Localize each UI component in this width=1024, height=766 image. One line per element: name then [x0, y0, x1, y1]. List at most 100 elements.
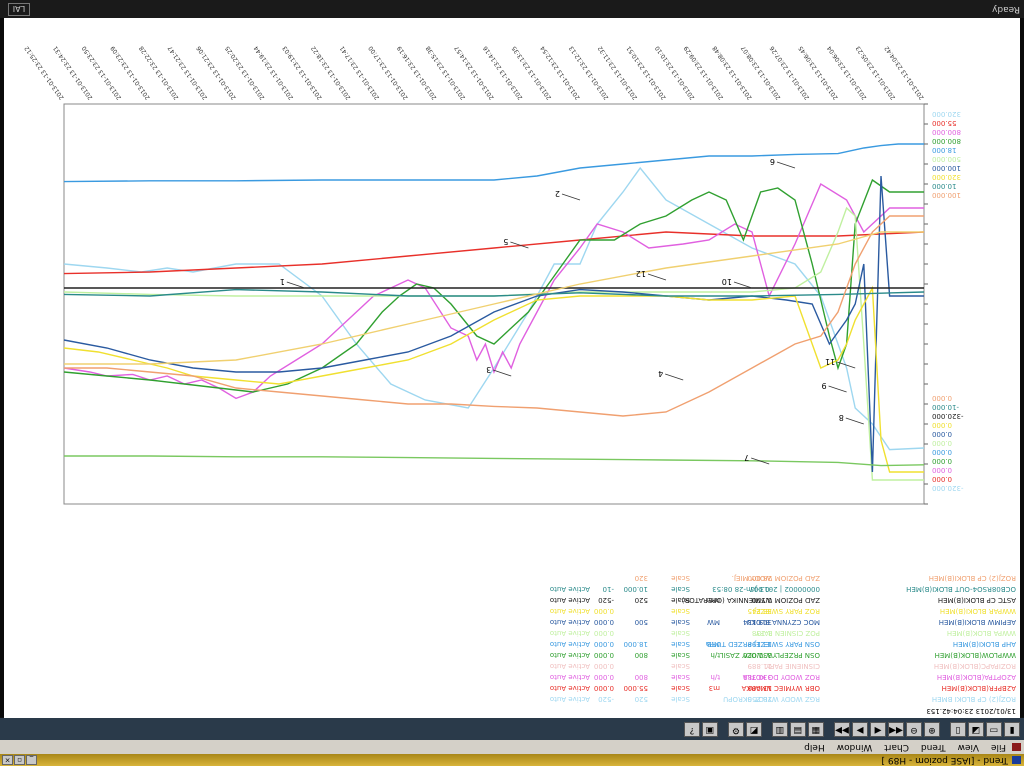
menu-chart[interactable]: Chart [884, 740, 909, 754]
annotation-leader [845, 417, 864, 425]
last-icon[interactable]: ▶▶ [834, 722, 850, 737]
legend-value: 0.500 [751, 596, 772, 604]
legend-mode: Scale [671, 651, 690, 659]
print-preview-icon[interactable]: ▣ [702, 722, 718, 737]
menu-help[interactable]: Help [804, 740, 825, 754]
first-icon[interactable]: ◀◀ [888, 722, 904, 737]
table-icon[interactable]: ▦ [808, 722, 824, 737]
menu-view[interactable]: View [958, 740, 979, 754]
legend-mode: Scale [671, 662, 690, 670]
scale-upper-label: 100.000 [932, 191, 961, 199]
legend-value: 28.250 [747, 695, 773, 703]
menu-trend[interactable]: Trend [921, 740, 946, 754]
zoom-out-icon[interactable]: ⊖ [906, 722, 922, 737]
scale-upper-label: 500.000 [932, 155, 961, 163]
settings-icon[interactable]: ⚙ [728, 722, 744, 737]
list-icon[interactable]: ▥ [772, 722, 788, 737]
scale-lower-label: 0.000 [932, 475, 952, 483]
help-icon[interactable]: ? [684, 722, 700, 737]
menu-file[interactable]: File [991, 740, 1006, 754]
scale-upper-label: 100.000 [932, 164, 961, 172]
save-icon[interactable]: ▭ [986, 722, 1002, 737]
legend-mode: Scale [671, 596, 690, 604]
legend-unit: MPa [705, 640, 720, 648]
scale-lower-label: 0.000 [932, 457, 952, 465]
close-button[interactable]: × [2, 755, 13, 765]
chart-icon[interactable]: ▤ [790, 722, 806, 737]
maximize-button[interactable]: ▫ [14, 755, 25, 765]
annotation-leader [561, 193, 581, 201]
trend-series-line [64, 455, 925, 467]
scale-upper-label: 320.000 [932, 173, 961, 181]
legend-min: 0.000 [593, 618, 614, 626]
scale-lower-label: -320.000 [932, 412, 963, 420]
legend-mode: Scale [671, 695, 690, 703]
scale-lower-label: -320.000 [932, 484, 963, 492]
prev-icon[interactable]: ◀ [870, 722, 886, 737]
annotation-label: 8 [839, 413, 844, 422]
scale-upper-label: 18.000 [932, 146, 957, 154]
scale-lower-label: 0.000 [932, 466, 952, 474]
scale-lower-label: -10.000 [932, 403, 959, 411]
annotation-leader [828, 385, 847, 393]
legend-unit: t/h [710, 651, 720, 659]
legend-tag: ROZJ(2) CP BLOKI(B)MEH [928, 574, 1016, 582]
minimize-button[interactable]: _ [26, 755, 37, 765]
legend-unit: m3 [708, 684, 720, 692]
annotation-label: 2 [555, 189, 560, 198]
legend-tag: OCB08RSO4-OUT BLOKI(B)MEH [906, 585, 1016, 593]
annotation-label: 10 [722, 277, 732, 286]
legend-mode: Scale [671, 607, 690, 615]
legend-value: 13.000 [747, 684, 773, 692]
scale-upper-label: 800.000 [932, 128, 961, 136]
legend-max: 800 [634, 651, 648, 659]
legend-value: 28.000 [747, 574, 773, 582]
legend-mode: Scale [671, 618, 690, 626]
legend-min: 0.000 [593, 673, 614, 681]
legend-ctrl: Active Auto [549, 629, 590, 637]
legend-unit: MW [707, 618, 720, 626]
trend-series-line [63, 178, 924, 393]
scale-lower-label: 0.000 [932, 448, 952, 456]
trend-series-line [63, 231, 925, 275]
print-icon[interactable]: ▮ [1004, 722, 1020, 737]
title-bar: Trend - [IASE poziom - H89 ] _ ▫ × [0, 754, 1024, 766]
legend-ctrl: Active Auto [549, 651, 590, 659]
legend-ctrl: Active Auto [549, 673, 590, 681]
app-icon [1012, 756, 1021, 764]
legend-unit: mm [706, 596, 720, 604]
next-icon[interactable]: ▶ [852, 722, 868, 737]
annotation-leader [493, 369, 512, 377]
legend-min: 0.000 [593, 662, 614, 670]
legend-tag: ROZJ(2) CP BLOKI BMEH [931, 695, 1016, 703]
properties-icon[interactable]: ◩ [746, 722, 762, 737]
legend-value: 11.889 [747, 662, 773, 670]
trend-plot[interactable]: 320.000 55.000 800.000 800.000 18.000 500.000… [4, 18, 1020, 566]
trend-series-line [63, 143, 924, 183]
scale-upper-label: 10.000 [932, 182, 957, 190]
open-icon[interactable]: ◪ [968, 722, 984, 737]
legend-value: 1.138 [751, 629, 772, 637]
legend-desc: ZAD POZIOM WODY MIEJ. [731, 574, 820, 582]
legend-min: 0.000 [593, 651, 614, 659]
legend-value: -0.007 [749, 585, 772, 593]
annotation-label: 9 [822, 381, 827, 390]
legend-max: 520 [634, 596, 648, 604]
scale-lower-label: 0.000 [932, 439, 952, 447]
trend-chart[interactable]: 320.00055.000800.000800.00018.000500.000… [4, 18, 1020, 566]
trend-series-line [63, 182, 924, 400]
trend-series-line [63, 285, 924, 473]
annotation-label: 5 [503, 237, 508, 246]
legend-mode: Scale [671, 684, 690, 692]
zoom-in-icon[interactable]: ⊕ [924, 722, 940, 737]
menu-window[interactable]: Window [837, 740, 873, 754]
legend-unit: t/h [710, 673, 720, 681]
trend-legend: 13/01/2013 23:04:42.153 ROZJ(2) CP BLOKI… [4, 565, 1020, 718]
copy-icon[interactable]: ▯ [950, 722, 966, 737]
legend-ctrl: Active Auto [549, 662, 590, 670]
annotation-leader [776, 161, 796, 169]
legend-ctrl: Active Auto [549, 585, 590, 593]
legend-tag: A2OPTPA(BLOK(B)MEH [936, 673, 1016, 681]
legend-max: 320 [634, 574, 648, 582]
legend-tag: WWPAR BLOKI(B)MEH [939, 607, 1016, 615]
